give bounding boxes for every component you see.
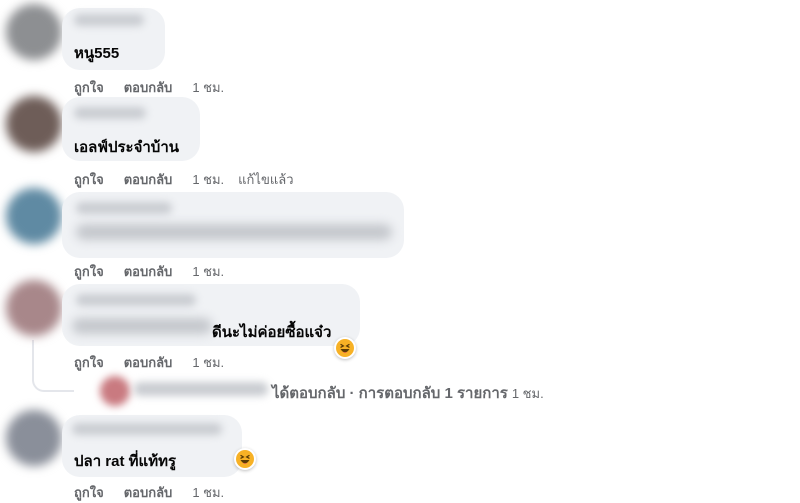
comment-text: เอลฟ์ประจำบ้าน: [74, 139, 179, 156]
laughing-face-icon[interactable]: [234, 448, 256, 470]
comment-actions: ถูกใจ ตอบกลับ 1 ชม.: [74, 352, 238, 373]
reply-summary-text[interactable]: ได้ตอบกลับ · การตอบกลับ 1 รายการ: [272, 385, 508, 402]
like-button[interactable]: ถูกใจ: [74, 169, 104, 190]
comment-text: ดีนะไม่ค่อยซื้อแจ๋ว: [212, 324, 332, 341]
like-button[interactable]: ถูกใจ: [74, 77, 104, 98]
timestamp[interactable]: 1 ชม.: [192, 352, 224, 373]
avatar[interactable]: [6, 96, 62, 152]
reply-avatar[interactable]: [100, 376, 130, 406]
view-replies-link[interactable]: ได้ตอบกลับ · การตอบกลับ 1 รายการ 1 ชม.: [272, 381, 544, 405]
avatar[interactable]: [6, 188, 62, 244]
like-button[interactable]: ถูกใจ: [74, 352, 104, 373]
edited-label[interactable]: แก้ไขแล้ว: [238, 169, 293, 190]
comment-bubble: เอลฟ์ประจำบ้าน: [62, 97, 200, 161]
comment-text: หนู555: [74, 45, 120, 62]
avatar[interactable]: [6, 410, 62, 466]
comment-actions: ถูกใจ ตอบกลับ 1 ชม. แก้ไขแล้ว: [74, 169, 294, 190]
avatar[interactable]: [6, 280, 62, 336]
commenter-name[interactable]: [76, 202, 172, 214]
reply-author-name[interactable]: [134, 382, 268, 396]
comment-bubble: หนู555: [62, 8, 165, 70]
commenter-name[interactable]: [74, 107, 146, 119]
reply-button[interactable]: ตอบกลับ: [124, 352, 173, 373]
comment-bubble: [62, 192, 404, 258]
like-button[interactable]: ถูกใจ: [74, 261, 104, 282]
comment-bubble: ดีนะไม่ค่อยซื้อแจ๋ว: [62, 284, 360, 346]
reply-button[interactable]: ตอบกลับ: [124, 261, 173, 282]
reply-button[interactable]: ตอบกลับ: [124, 77, 173, 98]
reply-timestamp: 1 ชม.: [511, 386, 544, 401]
comment-actions: ถูกใจ ตอบกลับ 1 ชม.: [74, 77, 238, 98]
blurred-comment-text: [76, 224, 392, 240]
comment-text: ปลา rat ที่แท้ทรู: [74, 453, 177, 470]
comment-actions: ถูกใจ ตอบกลับ 1 ชม.: [74, 261, 238, 282]
commenter-name[interactable]: [76, 294, 196, 306]
avatar[interactable]: [6, 4, 62, 60]
reply-thread-line: [32, 340, 74, 392]
blurred-comment-text: [72, 318, 212, 334]
commenter-name[interactable]: [74, 14, 144, 26]
timestamp[interactable]: 1 ชม.: [192, 169, 224, 190]
laughing-face-icon[interactable]: [334, 337, 356, 359]
comment-bubble: ปลา rat ที่แท้ทรู: [62, 415, 242, 477]
timestamp[interactable]: 1 ชม.: [192, 77, 224, 98]
reply-button[interactable]: ตอบกลับ: [124, 169, 173, 190]
commenter-name[interactable]: [72, 423, 222, 435]
timestamp[interactable]: 1 ชม.: [192, 261, 224, 282]
